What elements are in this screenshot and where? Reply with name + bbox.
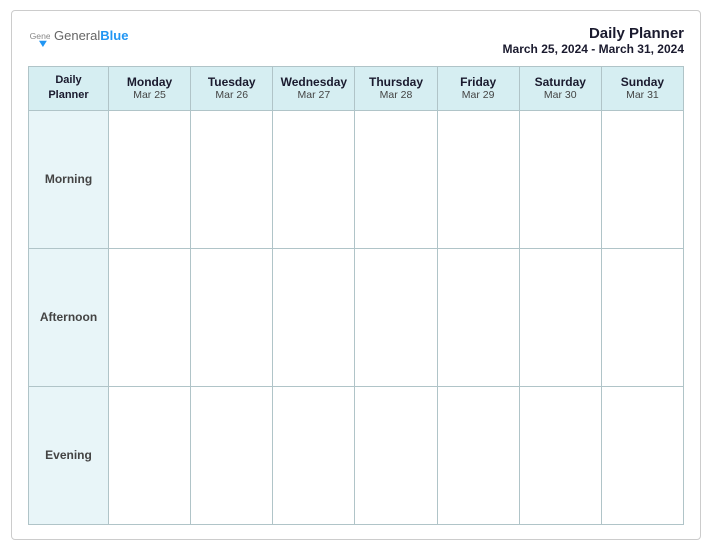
row-evening: Evening	[29, 386, 684, 524]
header: General GeneralBlue Daily Planner March …	[28, 25, 684, 56]
col-header-saturday: Saturday Mar 30	[519, 67, 601, 111]
cell-monday-morning[interactable]	[109, 110, 191, 248]
col-header-wednesday: Wednesday Mar 27	[273, 67, 355, 111]
cell-tuesday-evening[interactable]	[191, 386, 273, 524]
logo-blue: Blue	[100, 28, 128, 43]
planner-page: General GeneralBlue Daily Planner March …	[11, 10, 701, 540]
cell-sunday-afternoon[interactable]	[601, 248, 683, 386]
cell-friday-evening[interactable]	[437, 386, 519, 524]
cell-tuesday-afternoon[interactable]	[191, 248, 273, 386]
col-header-friday: Friday Mar 29	[437, 67, 519, 111]
cell-thursday-afternoon[interactable]	[355, 248, 437, 386]
col-header-tuesday: Tuesday Mar 26	[191, 67, 273, 111]
cell-friday-morning[interactable]	[437, 110, 519, 248]
cell-thursday-evening[interactable]	[355, 386, 437, 524]
cell-friday-afternoon[interactable]	[437, 248, 519, 386]
cell-wednesday-afternoon[interactable]	[273, 248, 355, 386]
cell-sunday-evening[interactable]	[601, 386, 683, 524]
cell-monday-afternoon[interactable]	[109, 248, 191, 386]
cell-saturday-morning[interactable]	[519, 110, 601, 248]
col-header-monday: Monday Mar 25	[109, 67, 191, 111]
logo-text: GeneralBlue	[54, 27, 128, 45]
cell-sunday-morning[interactable]	[601, 110, 683, 248]
svg-text:General: General	[30, 31, 50, 41]
row-label-evening: Evening	[29, 386, 109, 524]
cell-saturday-afternoon[interactable]	[519, 248, 601, 386]
col-header-sunday: Sunday Mar 31	[601, 67, 683, 111]
cell-wednesday-morning[interactable]	[273, 110, 355, 248]
planner-subtitle: March 25, 2024 - March 31, 2024	[503, 42, 684, 56]
cell-saturday-evening[interactable]	[519, 386, 601, 524]
table-header-label: Daily Planner	[29, 67, 109, 111]
cell-thursday-morning[interactable]	[355, 110, 437, 248]
cell-tuesday-morning[interactable]	[191, 110, 273, 248]
generalblue-logo-icon: General	[28, 25, 50, 47]
row-morning: Morning	[29, 110, 684, 248]
row-afternoon: Afternoon	[29, 248, 684, 386]
title-area: Daily Planner March 25, 2024 - March 31,…	[503, 25, 684, 56]
cell-monday-evening[interactable]	[109, 386, 191, 524]
cell-wednesday-evening[interactable]	[273, 386, 355, 524]
logo-area: General GeneralBlue	[28, 25, 128, 47]
row-label-morning: Morning	[29, 110, 109, 248]
logo-general: General	[54, 28, 100, 43]
row-label-afternoon: Afternoon	[29, 248, 109, 386]
calendar-table: Daily Planner Monday Mar 25 Tuesday Mar …	[28, 66, 684, 525]
planner-title: Daily Planner	[503, 25, 684, 42]
col-header-thursday: Thursday Mar 28	[355, 67, 437, 111]
